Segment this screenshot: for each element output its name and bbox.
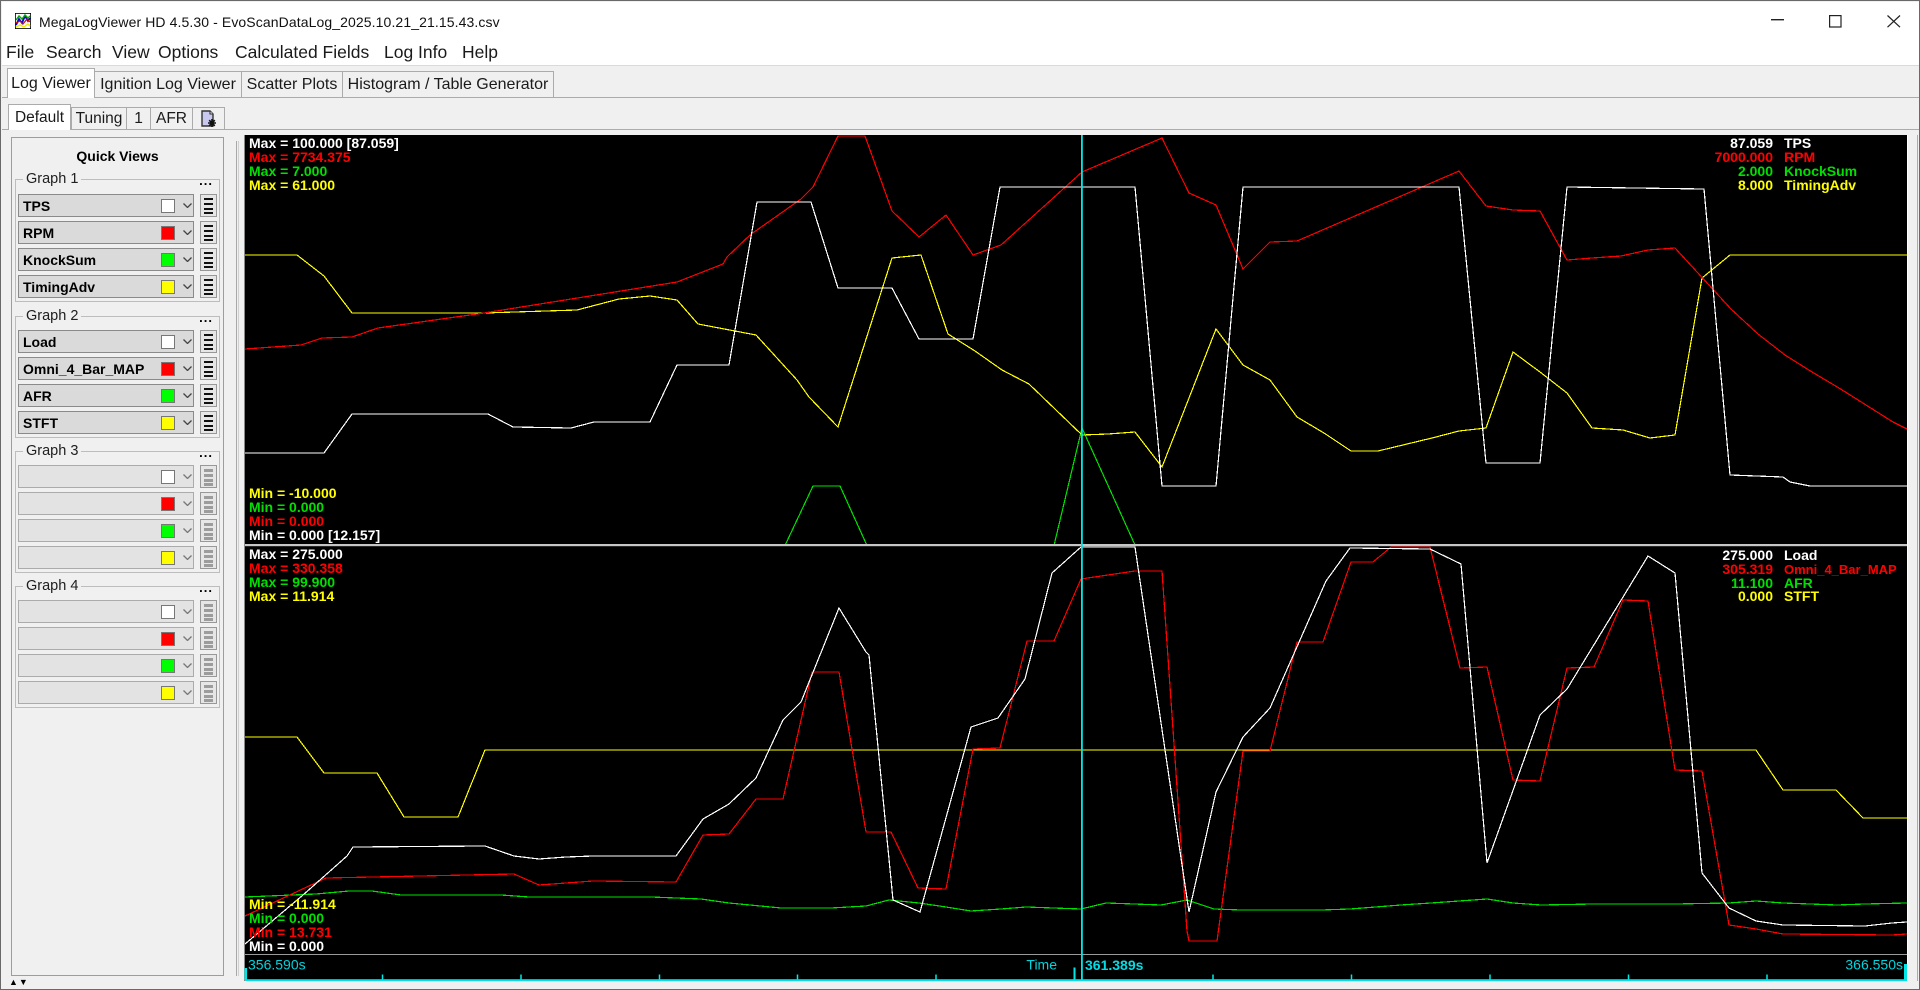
svg-text:8.000: 8.000 (1738, 177, 1773, 193)
svg-text:TimingAdv: TimingAdv (1784, 177, 1856, 193)
svg-text:STFT: STFT (1784, 588, 1819, 604)
svg-text:Max = 61.000: Max = 61.000 (249, 177, 335, 193)
svg-text:Load: Load (1784, 547, 1817, 563)
svg-text:356.590s: 356.590s (248, 957, 306, 973)
svg-text:0.000: 0.000 (1738, 588, 1773, 604)
svg-text:361.389s: 361.389s (1085, 957, 1144, 973)
svg-text:Min = 0.000: Min = 0.000 (249, 938, 324, 954)
svg-text:366.550s: 366.550s (1845, 957, 1903, 973)
svg-text:Time: Time (1026, 957, 1057, 973)
svg-text:Min = 0.000 [12.157]: Min = 0.000 [12.157] (249, 527, 380, 543)
svg-text:Max = 11.914: Max = 11.914 (249, 588, 334, 604)
